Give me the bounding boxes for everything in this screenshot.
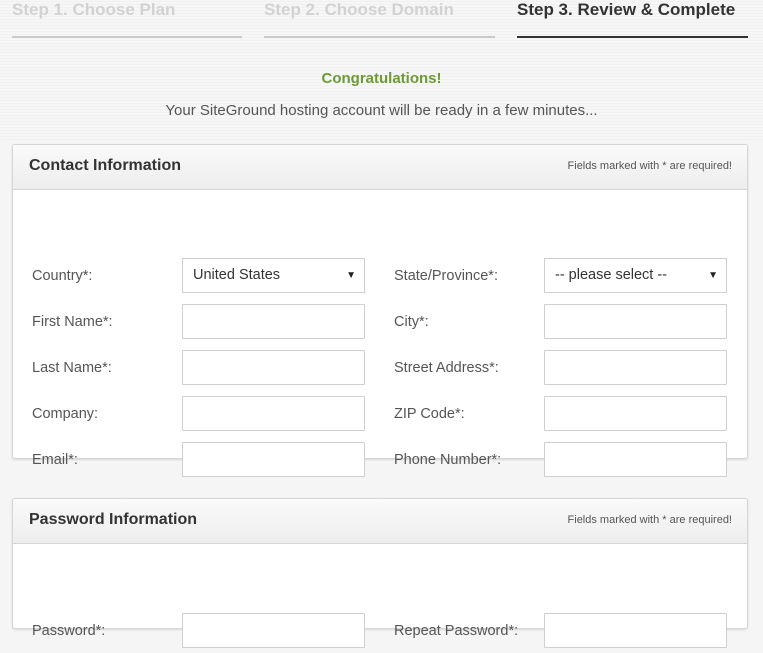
account-ready-message: Your SiteGround hosting account will be … [165,102,598,119]
password-input[interactable] [182,613,365,648]
repeat-password-input[interactable] [544,613,727,648]
last-name-input[interactable] [182,350,365,385]
contact-information-panel: Contact Information Fields marked with *… [12,144,748,477]
password-label: Password*: [32,623,106,639]
phone-number-input[interactable] [544,442,727,477]
street-address-input[interactable] [544,350,727,385]
password-panel-header: Password Information Fields marked with … [13,499,747,544]
company-input[interactable] [182,396,365,431]
email-label: Email*: [32,452,78,468]
country-select[interactable]: United States ▼ [182,258,365,293]
step-review-complete[interactable]: Step 3. Review & Complete [517,0,748,38]
contact-panel-title: Contact Information [29,157,181,174]
phone-number-label: Phone Number*: [394,452,502,468]
zip-code-input[interactable] [544,396,727,431]
state-selected-value: -- please select -- [555,267,668,283]
first-name-input[interactable] [182,304,365,339]
zip-code-label: ZIP Code*: [394,406,465,422]
repeat-password-label: Repeat Password*: [394,623,519,639]
country-label: Country*: [32,268,93,284]
first-name-label: First Name*: [32,314,113,330]
required-fields-note: Fields marked with * are required! [567,514,732,526]
city-input[interactable] [544,304,727,339]
step-choose-domain[interactable]: Step 2. Choose Domain [264,0,495,38]
chevron-down-icon: ▼ [346,270,356,281]
password-information-panel: Password Information Fields marked with … [12,498,748,648]
last-name-label: Last Name*: [32,360,112,376]
state-select[interactable]: -- please select -- ▼ [544,258,727,293]
congratulations-heading: Congratulations! [321,70,442,87]
contact-panel-header: Contact Information Fields marked with *… [13,145,747,190]
password-panel-title: Password Information [29,511,198,528]
state-label: State/Province*: [394,268,498,284]
step-choose-plan[interactable]: Step 1. Choose Plan [12,0,242,38]
company-label: Company: [32,406,99,422]
chevron-down-icon: ▼ [708,270,718,281]
required-fields-note: Fields marked with * are required! [567,160,732,172]
step-progress: Step 1. Choose Plan Step 2. Choose Domai… [12,0,748,40]
email-input[interactable] [182,442,365,477]
street-address-label: Street Address*: [394,360,499,376]
city-label: City*: [394,314,429,330]
country-selected-value: United States [193,267,281,283]
